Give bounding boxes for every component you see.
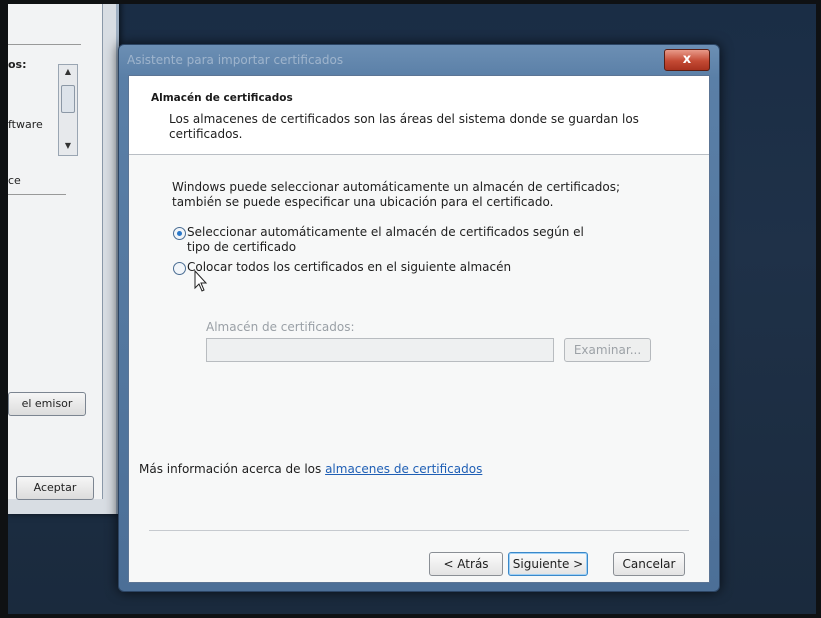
background-scrollbar[interactable]: ▲ ▼ bbox=[58, 64, 78, 156]
browse-button[interactable]: Examinar... bbox=[564, 338, 651, 362]
wizard-header: Almacén de certificados Los almacenes de… bbox=[129, 76, 709, 155]
accept-button[interactable]: Aceptar bbox=[16, 476, 94, 500]
more-info-prefix: Más información acerca de los bbox=[139, 462, 326, 476]
screen: os: ftware ▲ ▼ ce el emisor Aceptar Asis… bbox=[8, 4, 816, 614]
background-divider bbox=[8, 194, 66, 195]
intro-text: Windows puede seleccionar automáticament… bbox=[172, 180, 621, 209]
certificate-stores-link[interactable]: almacenes de certificados bbox=[325, 462, 482, 476]
issuer-button[interactable]: el emisor bbox=[8, 392, 86, 416]
scroll-down-arrow-icon[interactable]: ▼ bbox=[59, 139, 77, 153]
radio-auto-select-label: Seleccionar automáticamente el almacén d… bbox=[187, 225, 584, 254]
background-label-ce: ce bbox=[8, 174, 21, 187]
background-label-os: os: bbox=[8, 58, 27, 71]
scroll-thumb[interactable] bbox=[61, 85, 75, 113]
cancel-button[interactable]: Cancelar bbox=[613, 552, 685, 576]
footer-separator bbox=[149, 530, 689, 531]
background-label-software: ftware bbox=[8, 118, 43, 131]
radio-place-all[interactable]: Colocar todos los certificados en el sig… bbox=[173, 260, 512, 275]
radio-button-unchecked[interactable] bbox=[173, 262, 186, 275]
close-button[interactable]: x bbox=[664, 49, 710, 71]
back-button[interactable]: < Atrás bbox=[429, 552, 503, 576]
radio-place-all-label: Colocar todos los certificados en el sig… bbox=[187, 260, 512, 274]
background-window: os: ftware ▲ ▼ ce el emisor Aceptar bbox=[8, 4, 119, 514]
more-info-text: Más información acerca de los almacenes … bbox=[139, 462, 482, 476]
background-divider bbox=[8, 44, 81, 45]
header-description: Los almacenes de certificados son las ár… bbox=[169, 112, 639, 141]
radio-auto-select[interactable]: Seleccionar automáticamente el almacén d… bbox=[173, 225, 607, 255]
close-icon: x bbox=[682, 52, 692, 67]
dialog-client-area: Almacén de certificados Los almacenes de… bbox=[128, 75, 710, 583]
store-input[interactable] bbox=[206, 338, 554, 362]
scroll-up-arrow-icon[interactable]: ▲ bbox=[59, 65, 77, 79]
next-button[interactable]: Siguiente > bbox=[508, 552, 588, 576]
header-title: Almacén de certificados bbox=[151, 92, 293, 104]
radio-button-checked[interactable] bbox=[173, 227, 186, 240]
dialog-title: Asistente para importar certificados bbox=[127, 53, 344, 67]
import-wizard-dialog: Asistente para importar certificados x A… bbox=[118, 44, 720, 592]
mouse-pointer-icon bbox=[194, 270, 208, 292]
background-window-panel: os: ftware ▲ ▼ ce el emisor Aceptar bbox=[8, 4, 103, 500]
store-label: Almacén de certificados: bbox=[206, 320, 355, 334]
